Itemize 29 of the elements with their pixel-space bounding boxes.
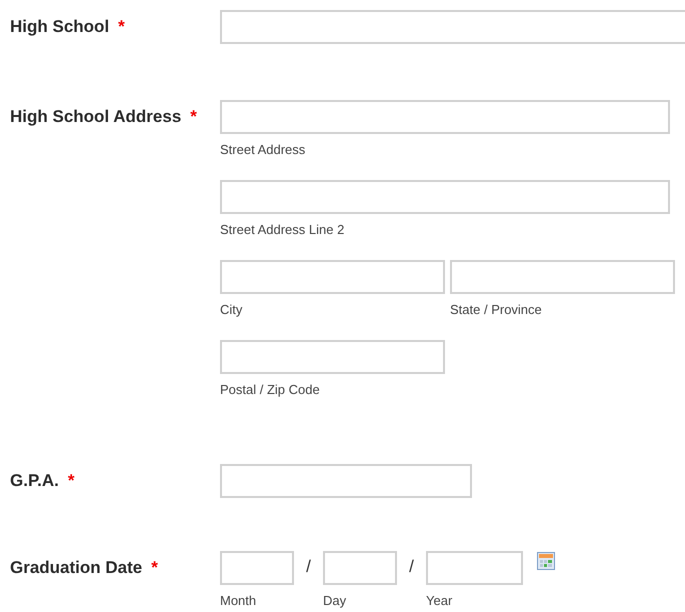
required-asterisk: * <box>151 558 158 578</box>
field-sublabel: Street Address <box>220 142 306 158</box>
field-label: Graduation Date <box>10 558 142 577</box>
date-input[interactable] <box>323 551 397 585</box>
calendar-icon[interactable] <box>537 552 555 570</box>
text-input[interactable] <box>220 10 685 44</box>
date-input[interactable] <box>220 551 294 585</box>
address-input[interactable] <box>220 340 445 374</box>
field-label: G.P.A. <box>10 471 59 490</box>
field-sublabel: City <box>220 302 244 318</box>
field-sublabel: Day <box>323 593 348 609</box>
address-input[interactable] <box>220 180 670 214</box>
field-sublabel: Year <box>426 593 454 609</box>
text-input[interactable] <box>220 464 472 498</box>
date-separator: / <box>408 556 415 578</box>
date-separator: / <box>305 556 312 578</box>
address-input[interactable] <box>450 260 675 294</box>
date-input[interactable] <box>426 551 523 585</box>
field-sublabel: Street Address Line 2 <box>220 222 346 238</box>
address-input[interactable] <box>220 260 445 294</box>
required-asterisk: * <box>190 107 197 127</box>
field-label: High School <box>10 17 110 36</box>
field-sublabel: Month <box>220 593 258 609</box>
field-sublabel: State / Province <box>450 302 543 318</box>
address-input[interactable] <box>220 100 670 134</box>
field-label: High School Address <box>10 107 182 126</box>
field-sublabel: Postal / Zip Code <box>220 382 321 398</box>
required-asterisk: * <box>118 17 125 37</box>
required-asterisk: * <box>68 471 74 491</box>
